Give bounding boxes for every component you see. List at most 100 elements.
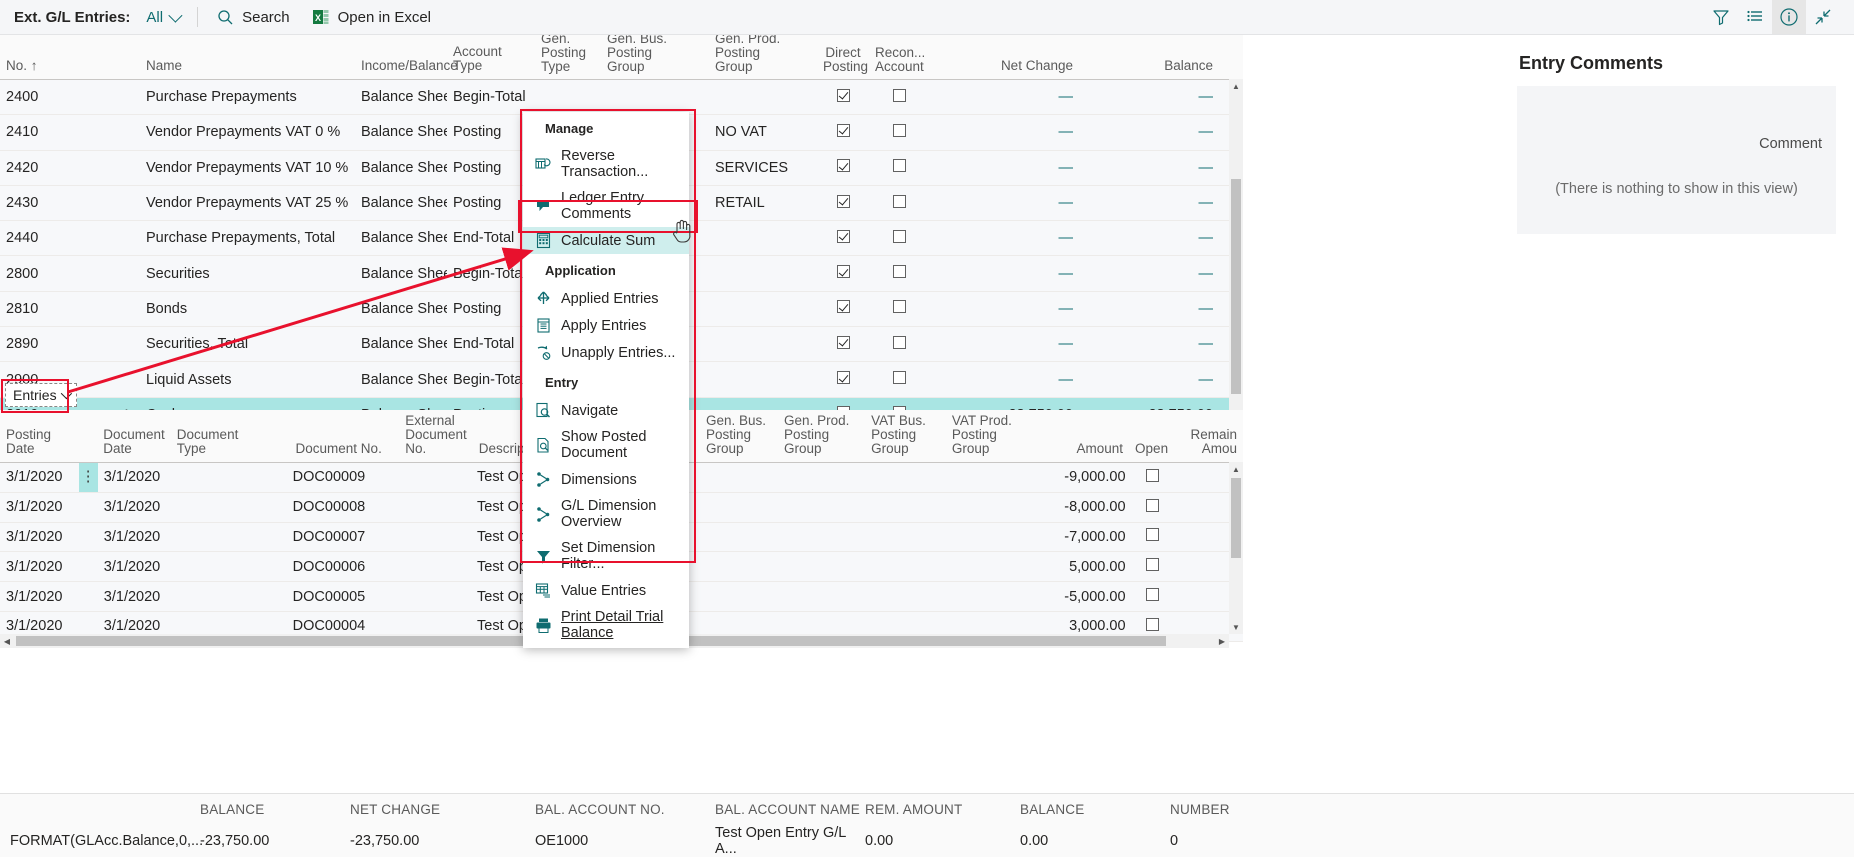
cell-amount[interactable]: -9,000.00 [1035,469,1132,485]
menu-item-reverse-transaction[interactable]: Reverse Transaction... [523,143,689,185]
cell-amount[interactable]: 5,000.00 [1035,559,1132,575]
checkbox[interactable] [893,124,906,137]
checkbox[interactable] [837,265,850,278]
cell-account-type[interactable]: Begin-Total [447,89,535,105]
menu-item-applied-entries[interactable]: Applied Entries [523,285,689,312]
cell-no[interactable]: 2400 [0,89,140,105]
menu-item-ledger-entry-comments[interactable]: Ledger Entry Comments [523,185,689,227]
menu-item-set-dimension-filter[interactable]: Set Dimension Filter... [523,535,689,577]
checkbox[interactable] [1146,499,1159,512]
column-header-vat-bus-posting-group[interactable]: VAT Bus.Posting Group [865,414,946,462]
column-header-net-change[interactable]: Net Change [929,59,1079,79]
entries-dropdown-button[interactable]: Entries [5,383,77,407]
cell-posting-date[interactable]: 3/1/2020 [0,529,79,545]
column-header-posting-date[interactable]: Posting Date [0,428,78,462]
cell-document-date[interactable]: 3/1/2020 [98,618,167,634]
cell-net-change[interactable]: — [929,160,1079,176]
checkbox[interactable] [837,195,850,208]
checkbox[interactable] [837,159,850,172]
menu-item-g-l-dimension-overview[interactable]: G/L Dimension Overview [523,493,689,535]
menu-item-navigate[interactable]: Navigate [523,397,689,424]
cell-document-date[interactable]: 3/1/2020 [98,499,167,515]
cell-ra[interactable] [869,159,929,176]
checkbox[interactable] [1146,528,1159,541]
cell-no[interactable]: 2440 [0,230,140,246]
cell-open[interactable] [1132,528,1174,545]
menu-item-show-posted-document[interactable]: Show Posted Document [523,424,689,466]
cell-dp[interactable] [817,230,869,247]
column-header-recon-account[interactable]: Recon...Account [869,46,929,79]
cell-name[interactable]: Vendor Prepayments VAT 10 % [140,160,355,176]
checkbox[interactable] [893,336,906,349]
cell-open[interactable] [1132,499,1174,516]
cell-dp[interactable] [817,371,869,388]
cell-document-date[interactable]: 3/1/2020 [98,559,167,575]
cell-income-balance[interactable]: Balance Sheet [355,195,447,211]
checkbox[interactable] [837,89,850,102]
scroll-left-arrow[interactable]: ◀ [0,634,14,648]
cell-posting-date[interactable]: 3/1/2020 [0,589,79,605]
cell-dp[interactable] [817,89,869,106]
cell-document-no[interactable]: DOC00006 [287,559,397,575]
cell-open[interactable] [1132,588,1174,605]
filter-icon[interactable] [1704,0,1738,34]
column-header-open[interactable]: Open [1129,442,1174,462]
cell-name[interactable]: Securities [140,266,355,282]
vertical-scrollbar[interactable]: ▲ ▼ [1229,79,1243,460]
column-header-name[interactable]: Name [140,59,355,79]
cell-income-balance[interactable]: Balance Sheet [355,89,447,105]
cell-posting-date[interactable]: 3/1/2020 [0,469,79,485]
cell-gen-prod-posting-group[interactable]: NO VAT [709,124,817,140]
checkbox[interactable] [893,265,906,278]
menu-item-unapply-entries[interactable]: Unapply Entries... [523,339,689,366]
cell-posting-date[interactable]: 3/1/2020 [0,559,79,575]
checkbox[interactable] [893,195,906,208]
column-header-balance[interactable]: Balance [1079,59,1219,79]
collapse-icon[interactable] [1806,0,1840,34]
cell-no[interactable]: 2420 [0,160,140,176]
cell-net-change[interactable]: — [929,230,1079,246]
cell-income-balance[interactable]: Balance Sheet [355,372,447,388]
info-icon[interactable] [1772,0,1806,34]
scroll-down-arrow[interactable]: ▼ [1229,620,1243,634]
menu-item-value-entries[interactable]: Value Entries [523,577,689,604]
cell-gen-prod-posting-group[interactable]: RETAIL [709,195,817,211]
column-header-vat-prod-posting-group[interactable]: VAT Prod.Posting Group [946,414,1033,462]
cell-ra[interactable] [869,336,929,353]
scroll-right-arrow[interactable]: ▶ [1215,634,1229,648]
checkbox[interactable] [837,336,850,349]
cell-account-type[interactable]: End-Total [447,230,535,246]
column-header-gen-bus-posting-group[interactable]: Gen. Bus. PostingGroup [601,35,709,79]
cell-name[interactable]: Purchase Prepayments, Total [140,230,355,246]
cell-name[interactable]: Purchase Prepayments [140,89,355,105]
cell-balance[interactable]: — [1079,301,1219,317]
cell-income-balance[interactable]: Balance Sheet [355,336,447,352]
checkbox[interactable] [893,159,906,172]
cell-net-change[interactable]: — [929,89,1079,105]
cell-dp[interactable] [817,159,869,176]
scroll-up-arrow[interactable]: ▲ [1229,462,1243,476]
cell-document-no[interactable]: DOC00008 [287,499,397,515]
cell-account-type[interactable]: Posting [447,124,535,140]
cell-dp[interactable] [817,265,869,282]
cell-ra[interactable] [869,195,929,212]
cell-net-change[interactable]: — [929,372,1079,388]
cell-amount[interactable]: -8,000.00 [1035,499,1132,515]
cell-ra[interactable] [869,89,929,106]
checkbox[interactable] [837,124,850,137]
checkbox[interactable] [893,371,906,384]
checkbox[interactable] [837,371,850,384]
cell-income-balance[interactable]: Balance Sheet [355,301,447,317]
cell-name[interactable]: Vendor Prepayments VAT 0 % [140,124,355,140]
cell-no[interactable]: 2430 [0,195,140,211]
cell-income-balance[interactable]: Balance Sheet [355,266,447,282]
cell-balance[interactable]: — [1079,266,1219,282]
cell-posting-date[interactable]: 3/1/2020 [0,499,79,515]
checkbox[interactable] [837,300,850,313]
column-header-external-document-no[interactable]: ExternalDocumentNo. [399,414,473,462]
cell-income-balance[interactable]: Balance Sheet [355,230,447,246]
cell-account-type[interactable]: Posting [447,160,535,176]
cell-net-change[interactable]: — [929,266,1079,282]
cell-net-change[interactable]: — [929,124,1079,140]
cell-net-change[interactable]: — [929,301,1079,317]
